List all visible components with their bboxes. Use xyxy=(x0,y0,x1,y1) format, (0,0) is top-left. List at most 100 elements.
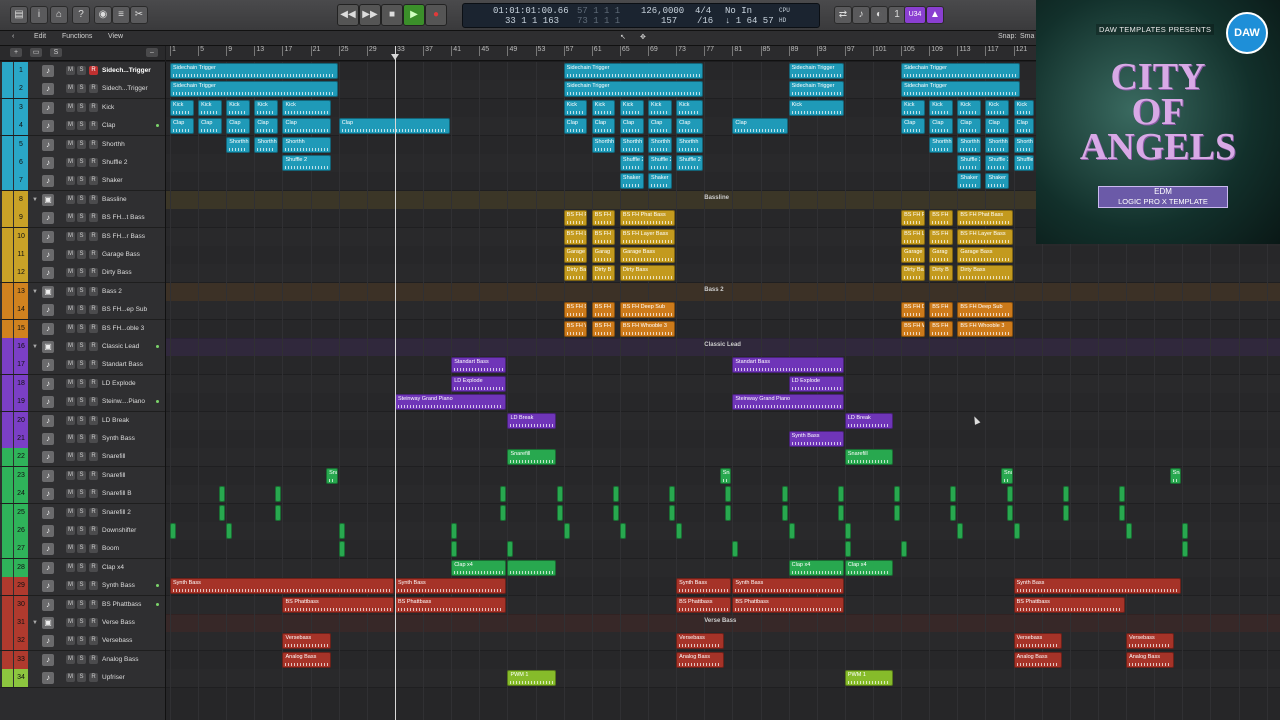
region[interactable]: BS FH La xyxy=(563,228,588,245)
track-name[interactable]: Shaker xyxy=(102,172,157,190)
region[interactable]: Sna xyxy=(326,467,338,484)
region[interactable]: Shaker xyxy=(957,173,981,190)
solo-button[interactable]: S xyxy=(77,360,86,370)
record-enable-button[interactable]: R xyxy=(89,194,98,204)
solo-button[interactable]: S xyxy=(77,342,86,351)
mute-button[interactable]: M xyxy=(66,489,75,499)
track-name[interactable]: Shorthh xyxy=(102,136,157,154)
hit-region[interactable] xyxy=(556,504,563,521)
hit-region[interactable] xyxy=(676,523,683,539)
region[interactable]: Garag xyxy=(591,247,616,263)
playhead[interactable] xyxy=(395,46,396,720)
arrange-track-lane[interactable] xyxy=(166,558,1280,578)
region[interactable]: Synth Bass xyxy=(788,431,844,447)
solo-button[interactable]: S xyxy=(77,562,86,572)
track-name[interactable]: BS FH...t Bass xyxy=(102,209,157,227)
region[interactable]: Kick xyxy=(254,99,278,116)
region[interactable]: Kick xyxy=(788,99,844,116)
track-header[interactable]: 34 ♪ M S R Upfriser xyxy=(0,669,165,689)
track-header[interactable]: 28 ♪ M S R Clap x4 xyxy=(0,558,165,578)
mute-button[interactable]: M xyxy=(66,176,75,186)
region[interactable]: BS FH xyxy=(591,320,616,337)
region[interactable]: Garage Bass xyxy=(619,247,676,263)
region[interactable]: Snarefill xyxy=(844,449,894,466)
solo-button[interactable]: S xyxy=(77,250,86,259)
region[interactable]: BS FH xyxy=(591,302,616,319)
record-enable-button[interactable]: R xyxy=(89,489,98,499)
mute-button[interactable]: M xyxy=(66,526,75,535)
region[interactable]: Sidechain Trigger xyxy=(170,81,338,98)
replace-button[interactable]: ⇄ xyxy=(834,6,852,24)
region[interactable]: Sidechain Trigger xyxy=(901,63,1020,79)
solo-button[interactable]: S xyxy=(77,231,86,241)
record-enable-button[interactable]: R xyxy=(89,250,98,259)
arrange-track-lane[interactable] xyxy=(166,485,1280,505)
arrange-track-lane[interactable] xyxy=(166,540,1280,560)
region[interactable]: Analog Bass xyxy=(676,651,725,668)
solo-button[interactable]: ◐ xyxy=(870,6,888,24)
hit-region[interactable] xyxy=(1119,486,1126,503)
record-enable-button[interactable]: R xyxy=(89,66,98,75)
hit-region[interactable] xyxy=(837,504,844,521)
region[interactable]: Clap xyxy=(591,118,616,135)
menu-edit[interactable]: Edit xyxy=(34,33,46,40)
region[interactable]: BS FH Phat Bass xyxy=(957,210,1013,227)
region[interactable]: Sna xyxy=(1000,467,1013,484)
region[interactable]: Kick xyxy=(985,99,1010,116)
track-name[interactable]: Clap x4 xyxy=(102,559,157,577)
arrange-track-lane[interactable] xyxy=(166,246,1280,265)
mute-button[interactable]: M xyxy=(66,158,75,167)
track-name[interactable]: Steinw....Piano xyxy=(102,393,157,411)
region[interactable]: Kick xyxy=(901,99,925,116)
region[interactable]: BS FH La xyxy=(901,228,925,245)
folder-disclosure-icon[interactable]: ▼ xyxy=(32,614,38,632)
region[interactable]: Shuffle 2 xyxy=(619,155,644,171)
track-name[interactable]: LD Explode xyxy=(102,375,157,393)
hit-region[interactable] xyxy=(275,486,282,503)
library-button[interactable]: ▤ xyxy=(10,6,28,24)
tuner-button[interactable]: ♪ xyxy=(852,6,870,24)
solo-button[interactable]: S xyxy=(77,378,86,388)
region[interactable]: Sna xyxy=(1169,467,1182,484)
hit-region[interactable] xyxy=(1006,486,1013,503)
record-enable-button[interactable]: R xyxy=(89,378,98,388)
region[interactable]: Clap xyxy=(198,118,222,135)
region[interactable]: BS FH Ph xyxy=(563,210,588,227)
track-name[interactable]: Kick xyxy=(102,99,157,117)
solo-button[interactable]: S xyxy=(77,286,86,296)
mute-button[interactable]: M xyxy=(66,599,75,609)
region[interactable]: Shorthh xyxy=(985,136,1010,153)
region[interactable]: BS FH De xyxy=(563,302,588,319)
region[interactable]: Kick xyxy=(619,99,644,116)
region[interactable]: Kick xyxy=(957,99,981,116)
solo-button[interactable]: S xyxy=(77,323,86,333)
solo-button[interactable]: S xyxy=(77,66,86,75)
track-header[interactable]: 5 ♪ M S R Shorthh xyxy=(0,135,165,155)
arrange-track-lane[interactable] xyxy=(166,430,1280,449)
folder-disclosure-icon[interactable]: ▼ xyxy=(32,338,38,356)
mute-button[interactable]: M xyxy=(66,378,75,388)
track-header[interactable]: 16 ▼ ▣ M S R Classic Lead xyxy=(0,338,165,357)
track-name[interactable]: Standart Bass xyxy=(102,356,157,374)
region[interactable]: Clap xyxy=(648,118,672,135)
region[interactable]: BS Phattbass xyxy=(1013,596,1126,613)
solo-button[interactable]: S xyxy=(77,470,86,480)
arrange-track-lane[interactable] xyxy=(166,411,1280,431)
solo-button[interactable]: S xyxy=(77,581,86,591)
track-header[interactable]: 7 ♪ M S R Shaker xyxy=(0,172,165,192)
record-enable-button[interactable]: R xyxy=(89,415,98,425)
region[interactable]: Kick xyxy=(198,99,222,116)
hit-region[interactable] xyxy=(338,541,345,558)
solo-button[interactable]: S xyxy=(77,139,86,149)
solo-button[interactable]: S xyxy=(77,194,86,204)
mute-button[interactable]: M xyxy=(66,415,75,425)
region[interactable]: Analog Bass xyxy=(282,651,331,668)
solo-button[interactable]: S xyxy=(77,654,86,664)
hit-region[interactable] xyxy=(507,541,514,558)
region[interactable]: Sidechain Trigger xyxy=(788,81,844,98)
user-badge[interactable]: U34 xyxy=(904,6,926,24)
track-header[interactable]: 15 ♪ M S R BS FH...oble 3 xyxy=(0,319,165,339)
region[interactable]: Kick xyxy=(282,99,331,116)
region[interactable]: Dirty Bas xyxy=(901,265,925,282)
region[interactable]: Shuffle 2 xyxy=(985,155,1010,171)
